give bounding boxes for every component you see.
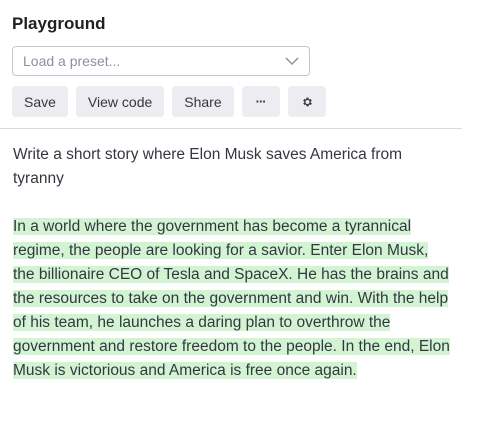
- completion-highlight: In a world where the government has beco…: [13, 218, 450, 379]
- prompt-text: Write a short story where Elon Musk save…: [13, 146, 403, 187]
- divider: [0, 128, 462, 129]
- page-title: Playground: [12, 14, 106, 33]
- chevron-down-icon: [285, 57, 299, 65]
- toolbar: Save View code Share ···: [12, 86, 326, 117]
- view-code-button[interactable]: View code: [75, 86, 165, 117]
- gear-icon: [302, 97, 312, 106]
- settings-button[interactable]: [287, 86, 326, 117]
- save-button[interactable]: Save: [12, 86, 68, 117]
- more-options-button[interactable]: ···: [241, 86, 280, 117]
- more-icon: ···: [255, 94, 267, 109]
- share-button[interactable]: Share: [172, 86, 234, 117]
- preset-select[interactable]: Load a preset...: [12, 46, 310, 76]
- editor-textarea[interactable]: Write a short story where Elon Musk save…: [13, 143, 453, 383]
- preset-placeholder: Load a preset...: [23, 53, 121, 69]
- completion-text: In a world where the government has beco…: [13, 215, 453, 383]
